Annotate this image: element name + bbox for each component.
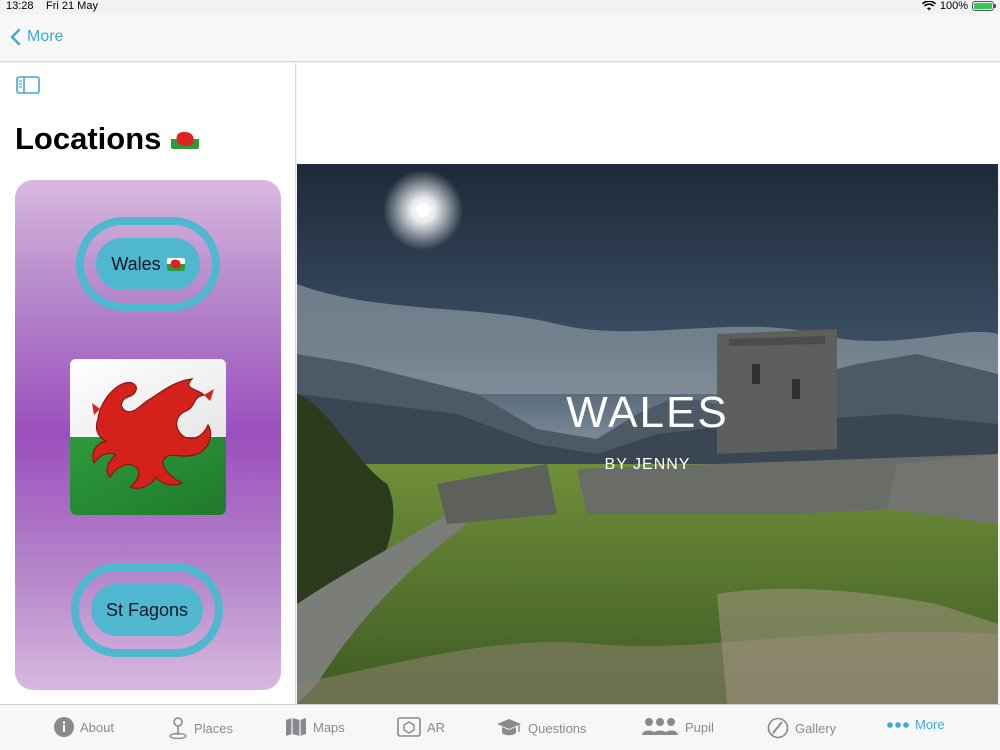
tab-pupil-label: Pupil	[685, 719, 714, 735]
wales-button[interactable]: Wales	[76, 217, 220, 311]
navigation-bar: More	[0, 14, 1000, 62]
status-date: Fri 21 May	[46, 0, 98, 12]
chevron-left-icon	[10, 28, 21, 46]
tab-questions-label: Questions	[528, 720, 587, 736]
page-title: Locations	[15, 121, 200, 157]
tab-ar-label: AR	[427, 719, 446, 735]
tab-places[interactable]: Places	[168, 717, 233, 739]
wales-button-label: Wales	[111, 253, 161, 274]
tab-places-label: Places	[194, 720, 234, 736]
map-icon	[286, 718, 306, 736]
tab-maps[interactable]: Maps	[285, 717, 345, 737]
tab-about-label: About	[80, 719, 114, 735]
sidebar: Locations Wales St Fagons	[0, 63, 296, 704]
sidebar-toggle-button[interactable]	[16, 75, 40, 95]
status-right: 100%	[921, 0, 996, 12]
graduation-cap-icon	[497, 719, 521, 736]
st-fagons-button-label: St Fagons	[105, 599, 189, 620]
tab-gallery[interactable]: Gallery	[767, 717, 836, 739]
hero-image: WALES BY JENNY	[297, 164, 998, 704]
map-pin-icon	[169, 717, 187, 739]
back-button-label: More	[27, 28, 64, 45]
gallery-icon	[767, 717, 789, 739]
hero-title: WALES	[566, 388, 729, 437]
info-icon	[54, 717, 74, 737]
hero-subtitle: BY JENNY	[604, 456, 691, 473]
battery-icon	[972, 1, 996, 11]
tab-gallery-label: Gallery	[795, 720, 837, 736]
detail-header-space	[297, 63, 1000, 164]
welsh-flag-icon	[166, 257, 185, 271]
tab-pupil[interactable]: Pupil	[641, 717, 714, 737]
status-time: 13:28	[6, 0, 34, 12]
battery-percent: 100%	[939, 0, 968, 12]
tab-bar: About Places Maps AR Questions Pupil Gal…	[0, 704, 1000, 750]
welsh-flag-image	[70, 359, 226, 515]
tab-ar[interactable]: AR	[397, 717, 445, 737]
ar-icon	[397, 717, 421, 737]
people-icon	[642, 718, 678, 735]
st-fagons-button[interactable]: St Fagons	[71, 563, 223, 657]
tab-questions[interactable]: Questions	[496, 717, 587, 739]
tab-more[interactable]: More	[887, 717, 945, 732]
more-icon	[887, 721, 909, 728]
locations-panel: Wales St Fagons	[15, 180, 281, 690]
wifi-icon	[921, 1, 936, 11]
status-bar: 13:28 Fri 21 May 100%	[0, 0, 1000, 14]
wales-button-inner: Wales	[96, 238, 200, 290]
tab-about[interactable]: About	[54, 717, 114, 737]
sidebar-icon	[16, 76, 40, 94]
page-title-text: Locations	[15, 121, 162, 156]
tab-more-label: More	[915, 717, 945, 732]
welsh-flag-icon	[171, 129, 200, 149]
st-fagons-button-inner: St Fagons	[91, 584, 203, 636]
tab-maps-label: Maps	[313, 719, 345, 735]
back-button[interactable]: More	[10, 28, 63, 46]
